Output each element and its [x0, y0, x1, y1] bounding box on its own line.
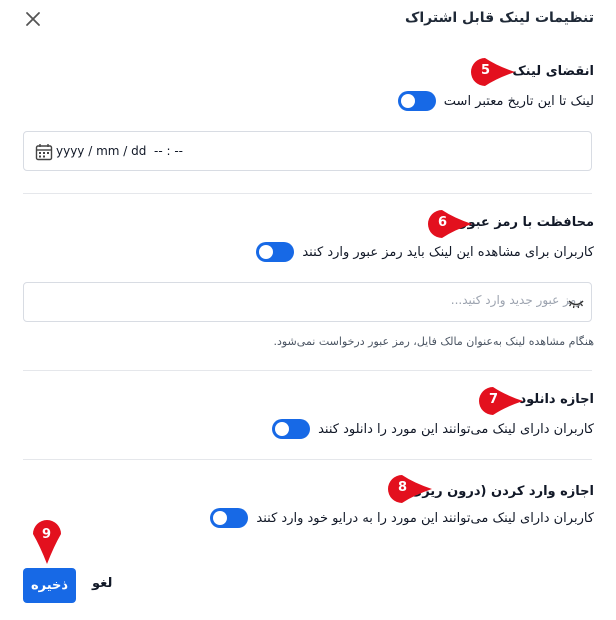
expiry-toggle-row: لینک تا این تاریخ معتبر است: [397, 91, 594, 111]
date-placeholder: yyyy / mm / dd -- : --: [56, 144, 183, 158]
toggle-knob: [275, 422, 290, 436]
close-icon[interactable]: [22, 8, 44, 30]
password-placeholder: رمز عبور جدید وارد کنید...: [450, 293, 582, 307]
annotation-badge-7: 7: [479, 387, 523, 415]
password-input[interactable]: رمز عبور جدید وارد کنید...: [23, 282, 592, 322]
toggle-knob: [213, 511, 228, 525]
toggle-knob: [259, 245, 274, 259]
divider: [23, 459, 592, 460]
annotation-badge-6: 6: [428, 210, 472, 238]
annotation-badge-9: 9: [32, 520, 62, 564]
import-toggle-label: کاربران دارای لینک می‌توانند این مورد را…: [256, 510, 594, 526]
toggle-knob: [400, 94, 415, 108]
password-title: محافظت با رمز عبور: [459, 215, 594, 230]
import-toggle[interactable]: [210, 508, 249, 528]
download-toggle[interactable]: [272, 419, 311, 439]
password-toggle-label: کاربران برای مشاهده این لینک باید رمز عب…: [302, 244, 594, 260]
password-hint: هنگام مشاهده لینک به‌عنوان مالک فایل، رم…: [273, 335, 594, 348]
save-button[interactable]: ذخیره: [23, 568, 76, 603]
password-toggle[interactable]: [256, 242, 295, 262]
password-toggle-row: کاربران برای مشاهده این لینک باید رمز عب…: [256, 242, 594, 262]
calendar-icon[interactable]: [35, 143, 53, 165]
divider: [23, 370, 592, 371]
download-title: اجازه دانلود: [519, 392, 594, 407]
expiry-toggle[interactable]: [397, 91, 436, 111]
expiry-date-input[interactable]: yyyy / mm / dd -- : --: [23, 131, 592, 171]
annotation-badge-5: 5: [471, 58, 515, 86]
download-toggle-row: کاربران دارای لینک می‌توانند این مورد را…: [272, 419, 594, 439]
download-toggle-label: کاربران دارای لینک می‌توانند این مورد را…: [318, 421, 594, 437]
eye-icon[interactable]: [568, 296, 584, 315]
cancel-button[interactable]: لغو: [92, 576, 112, 591]
divider: [23, 193, 592, 194]
import-toggle-row: کاربران دارای لینک می‌توانند این مورد را…: [210, 508, 594, 528]
expiry-toggle-label: لینک تا این تاریخ معتبر است: [443, 93, 594, 109]
annotation-badge-8: 8: [388, 475, 432, 503]
expiry-title: انقضای لینک: [512, 64, 594, 79]
dialog-title: تنظیمات لینک قابل اشتراک: [405, 10, 594, 26]
